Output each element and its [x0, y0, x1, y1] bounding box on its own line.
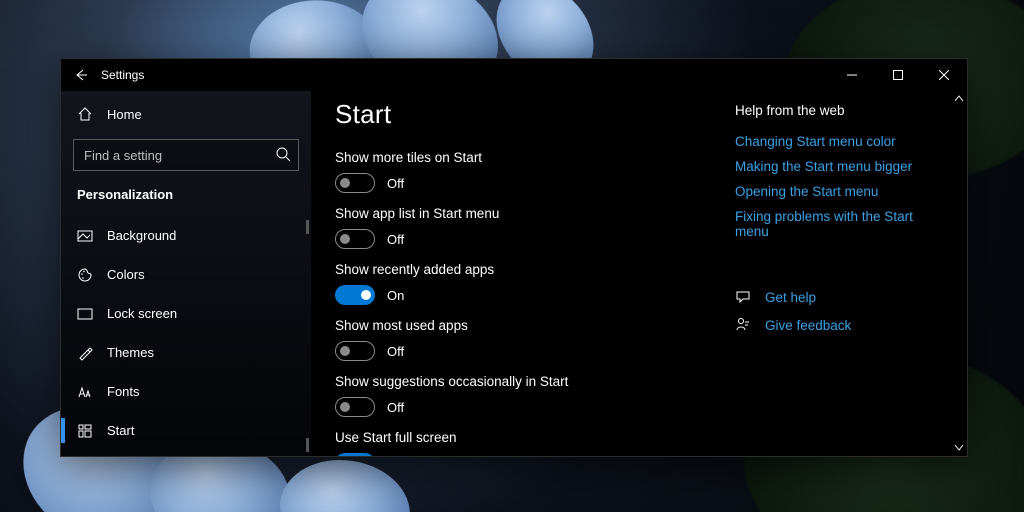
sidebar-home-label: Home — [107, 107, 142, 122]
help-link[interactable]: Opening the Start menu — [735, 184, 927, 199]
toggle-state: Off — [387, 344, 404, 359]
maximize-icon — [893, 70, 903, 80]
toggle-switch[interactable] — [335, 453, 375, 456]
setting-row: Show more tiles on Start Off — [335, 150, 727, 193]
give-feedback-row[interactable]: Give feedback — [735, 317, 927, 333]
caption-buttons — [829, 59, 967, 91]
scroll-up-icon — [955, 95, 963, 103]
search-input[interactable] — [73, 139, 299, 171]
settings-window: Settings Home Personalization — [60, 58, 968, 457]
get-help-label: Get help — [765, 290, 816, 305]
minimize-button[interactable] — [829, 59, 875, 91]
toggle-switch[interactable] — [335, 285, 375, 305]
search-icon — [276, 147, 291, 167]
arrow-left-icon — [74, 68, 88, 82]
sidebar-category: Personalization — [61, 181, 311, 216]
start-icon — [77, 423, 93, 439]
sidebar-item-label: Lock screen — [107, 306, 177, 321]
setting-row: Use Start full screen On — [335, 430, 727, 456]
give-feedback-label: Give feedback — [765, 318, 851, 333]
setting-label: Show recently added apps — [335, 262, 727, 277]
titlebar: Settings — [61, 59, 967, 91]
sidebar-item-fonts[interactable]: Fonts — [61, 372, 311, 411]
sidebar-item-label: Colors — [107, 267, 145, 282]
page-title: Start — [335, 99, 727, 130]
sidebar-item-label: Start — [107, 423, 134, 438]
fonts-icon — [77, 384, 93, 400]
sidebar-scroll-down[interactable] — [306, 438, 309, 452]
toggle-state: On — [387, 288, 404, 303]
maximize-button[interactable] — [875, 59, 921, 91]
wallpaper-flower — [280, 460, 410, 512]
themes-icon — [77, 345, 93, 361]
close-button[interactable] — [921, 59, 967, 91]
toggle-state: On — [387, 456, 404, 457]
setting-label: Show most used apps — [335, 318, 727, 333]
toggle-switch[interactable] — [335, 229, 375, 249]
toggle-state: Off — [387, 400, 404, 415]
sidebar-item-label: Themes — [107, 345, 154, 360]
toggle-state: Off — [387, 176, 404, 191]
sidebar-item-colors[interactable]: Colors — [61, 255, 311, 294]
setting-label: Show app list in Start menu — [335, 206, 727, 221]
setting-row: Show app list in Start menu Off — [335, 206, 727, 249]
scroll-down-icon — [955, 444, 963, 452]
toggle-switch[interactable] — [335, 173, 375, 193]
minimize-icon — [847, 70, 857, 80]
home-icon — [77, 106, 93, 122]
toggle-switch[interactable] — [335, 341, 375, 361]
setting-row: Show suggestions occasionally in Start Of… — [335, 374, 727, 417]
sidebar-item-label: Fonts — [107, 384, 140, 399]
sidebar-item-themes[interactable]: Themes — [61, 333, 311, 372]
toggle-state: Off — [387, 232, 404, 247]
lock-screen-icon — [77, 306, 93, 322]
setting-label: Use Start full screen — [335, 430, 727, 445]
toggle-switch[interactable] — [335, 397, 375, 417]
chat-icon — [735, 289, 751, 305]
get-help-row[interactable]: Get help — [735, 289, 927, 305]
window-title: Settings — [101, 68, 144, 82]
help-heading: Help from the web — [735, 103, 927, 118]
back-button[interactable] — [61, 59, 101, 91]
sidebar-item-background[interactable]: Background — [61, 216, 311, 255]
setting-row: Show most used apps Off — [335, 318, 727, 361]
sidebar-nav: Background Colors Lock screen Themes — [61, 216, 311, 450]
sidebar-item-lock-screen[interactable]: Lock screen — [61, 294, 311, 333]
setting-row: Show recently added apps On — [335, 262, 727, 305]
help-link[interactable]: Making the Start menu bigger — [735, 159, 927, 174]
close-icon — [939, 70, 949, 80]
feedback-icon — [735, 317, 751, 333]
search-wrap — [73, 139, 299, 171]
scrollbar[interactable] — [951, 91, 967, 456]
help-link[interactable]: Fixing problems with the Start menu — [735, 209, 927, 239]
sidebar: Home Personalization Background — [61, 91, 311, 456]
help-link[interactable]: Changing Start menu color — [735, 134, 927, 149]
sidebar-item-start[interactable]: Start — [61, 411, 311, 450]
sidebar-item-label: Background — [107, 228, 176, 243]
sidebar-home[interactable]: Home — [61, 95, 311, 133]
setting-label: Show more tiles on Start — [335, 150, 727, 165]
content: Start Show more tiles on StartOffShow ap… — [311, 91, 951, 456]
setting-label: Show suggestions occasionally in Start — [335, 374, 727, 389]
palette-icon — [77, 267, 93, 283]
picture-icon — [77, 228, 93, 244]
